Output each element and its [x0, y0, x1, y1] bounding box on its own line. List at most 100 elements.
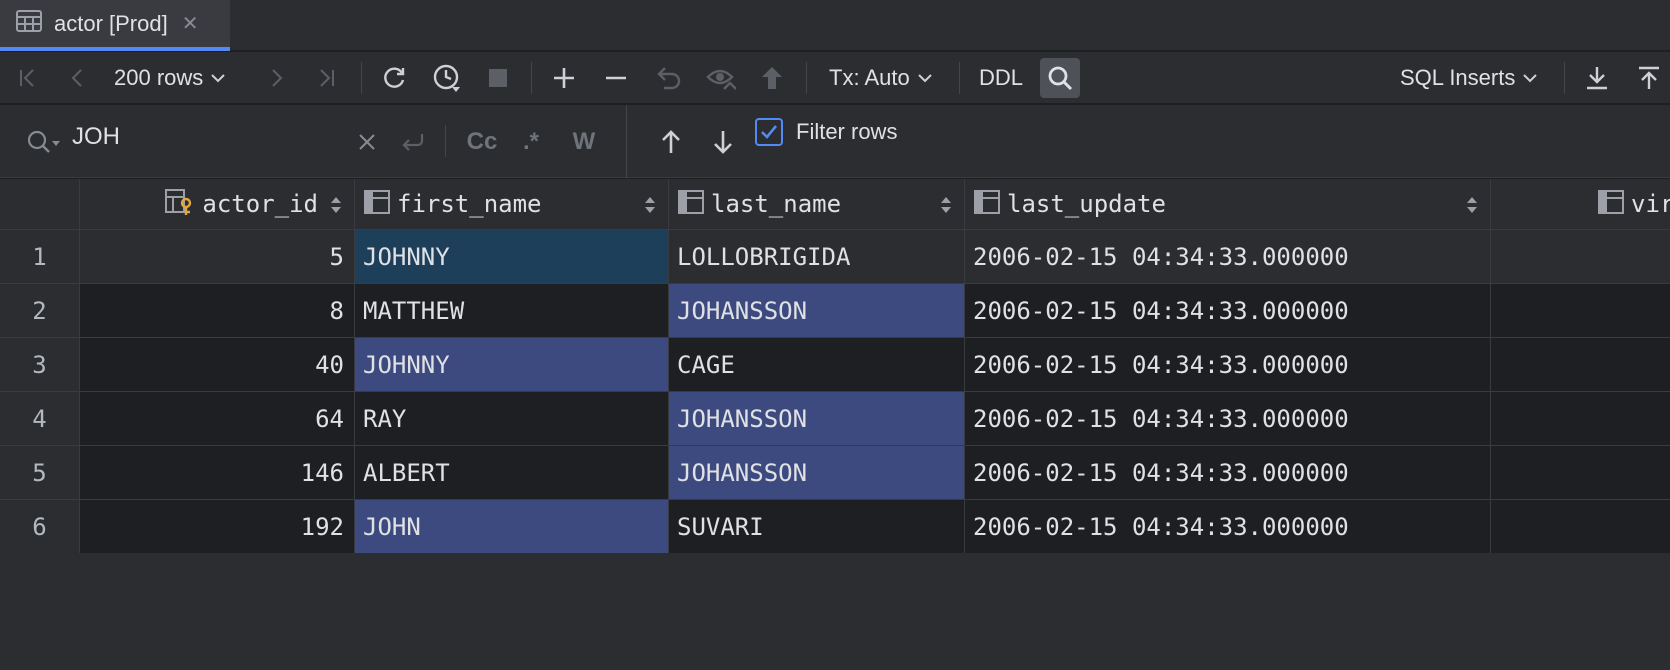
search-input[interactable] — [72, 123, 342, 151]
row-number: 5 — [0, 446, 80, 499]
next-occurrence-icon[interactable] — [707, 105, 739, 178]
stop-icon[interactable] — [484, 52, 512, 104]
table-row[interactable]: 5 146 ALBERT JOHANSSON 2006-02-15 04:34:… — [0, 446, 1670, 500]
export-data-icon[interactable] — [1582, 52, 1612, 104]
cell-first-name[interactable]: MATTHEW — [355, 284, 669, 337]
regex-label: .* — [522, 127, 539, 155]
column-header-first-name[interactable]: first_name — [355, 179, 669, 230]
column-icon — [973, 189, 1001, 220]
column-header-last-update[interactable]: last_update — [965, 179, 1491, 230]
toolbar-separator — [361, 62, 362, 94]
last-page-icon[interactable] — [312, 52, 340, 104]
match-case-label: Cc — [466, 127, 498, 155]
page-size-label: 200 rows — [114, 65, 204, 90]
match-case-button[interactable]: Cc — [462, 105, 502, 178]
page-size-dropdown[interactable]: 200 rows — [114, 52, 244, 104]
cell-last-update[interactable]: 2006-02-15 04:34:33.000000 — [965, 500, 1491, 553]
ddl-label: DDL — [978, 65, 1023, 90]
words-button[interactable]: W — [566, 105, 602, 178]
filter-rows-label: Filter rows — [796, 119, 898, 144]
primary-key-column-icon — [164, 188, 196, 221]
new-line-icon[interactable] — [396, 105, 428, 178]
table-row[interactable]: 2 8 MATTHEW JOHANSSON 2006-02-15 04:34:3… — [0, 284, 1670, 338]
column-name: last_update — [1007, 190, 1166, 218]
cell-actor-id[interactable]: 40 — [80, 338, 355, 391]
cell-vir[interactable] — [1491, 338, 1670, 391]
toolbar-separator — [1564, 62, 1565, 94]
cell-actor-id[interactable]: 64 — [80, 392, 355, 445]
grid-empty-area — [0, 553, 1670, 670]
column-header-vir[interactable]: vir — [1491, 179, 1670, 230]
cell-last-name[interactable]: JOHANSSON — [669, 392, 965, 445]
previous-occurrence-icon[interactable] — [655, 105, 687, 178]
cell-last-update[interactable]: 2006-02-15 04:34:33.000000 — [965, 284, 1491, 337]
editor-tab-bar: actor [Prod] ✕ — [0, 0, 1670, 51]
cell-vir[interactable] — [1491, 446, 1670, 499]
cell-last-update[interactable]: 2006-02-15 04:34:33.000000 — [965, 338, 1491, 391]
regex-button[interactable]: .* — [514, 105, 548, 178]
sort-icon[interactable] — [330, 195, 342, 220]
table-row[interactable]: 4 64 RAY JOHANSSON 2006-02-15 04:34:33.0… — [0, 392, 1670, 446]
tab-actor-prod[interactable]: actor [Prod] ✕ — [0, 0, 230, 51]
toolbar-separator — [959, 62, 960, 94]
column-header-last-name[interactable]: last_name — [669, 179, 965, 230]
row-number: 1 — [0, 230, 80, 283]
add-row-icon[interactable] — [548, 52, 580, 104]
sort-icon[interactable] — [1466, 195, 1478, 220]
cell-first-name[interactable]: JOHN — [355, 500, 669, 553]
cell-vir[interactable] — [1491, 230, 1670, 283]
cell-last-name[interactable]: JOHANSSON — [669, 446, 965, 499]
cell-last-update[interactable]: 2006-02-15 04:34:33.000000 — [965, 230, 1491, 283]
import-data-icon[interactable] — [1634, 52, 1664, 104]
cell-last-name[interactable]: SUVARI — [669, 500, 965, 553]
data-editor-toolbar: 200 rows Tx: Auto DDL SQL Inserts — [0, 52, 1670, 104]
clear-icon[interactable] — [354, 105, 380, 178]
cell-actor-id[interactable]: 146 — [80, 446, 355, 499]
sort-icon[interactable] — [940, 195, 952, 220]
cell-last-update[interactable]: 2006-02-15 04:34:33.000000 — [965, 446, 1491, 499]
column-icon — [363, 189, 391, 220]
filter-rows-checkbox[interactable] — [755, 118, 783, 146]
sort-icon[interactable] — [644, 195, 656, 220]
cell-last-update[interactable]: 2006-02-15 04:34:33.000000 — [965, 392, 1491, 445]
tab-label: actor [Prod] — [54, 10, 168, 36]
next-page-icon[interactable] — [262, 52, 290, 104]
toolbar-separator — [531, 62, 532, 94]
cell-actor-id[interactable]: 192 — [80, 500, 355, 553]
cell-last-name[interactable]: LOLLOBRIGIDA — [669, 230, 965, 283]
history-icon[interactable] — [430, 52, 464, 104]
ddl-button[interactable]: DDL — [976, 52, 1026, 104]
transaction-mode-label: Tx: Auto — [829, 65, 910, 90]
column-header-actor-id[interactable]: actor_id — [80, 179, 355, 230]
cell-actor-id[interactable]: 8 — [80, 284, 355, 337]
cell-vir[interactable] — [1491, 284, 1670, 337]
export-format-dropdown[interactable]: SQL Inserts — [1400, 52, 1540, 104]
toolbar-separator — [806, 62, 807, 94]
column-name: vir — [1631, 190, 1670, 218]
cell-vir[interactable] — [1491, 500, 1670, 553]
table-row[interactable]: 1 5 JOHNNY LOLLOBRIGIDA 2006-02-15 04:34… — [0, 230, 1670, 284]
cell-last-name[interactable]: CAGE — [669, 338, 965, 391]
delete-row-icon[interactable] — [600, 52, 632, 104]
cell-vir[interactable] — [1491, 392, 1670, 445]
table-row[interactable]: 6 192 JOHN SUVARI 2006-02-15 04:34:33.00… — [0, 500, 1670, 554]
submit-icon[interactable] — [756, 52, 788, 104]
cell-actor-id[interactable]: 5 — [80, 230, 355, 283]
table-row[interactable]: 3 40 JOHNNY CAGE 2006-02-15 04:34:33.000… — [0, 338, 1670, 392]
previous-page-icon[interactable] — [64, 52, 92, 104]
close-icon[interactable]: ✕ — [182, 11, 199, 36]
row-number-header — [0, 179, 80, 230]
cell-last-name[interactable]: JOHANSSON — [669, 284, 965, 337]
cell-first-name[interactable]: RAY — [355, 392, 669, 445]
refresh-icon[interactable] — [378, 52, 410, 104]
preview-changes-icon[interactable] — [704, 52, 738, 104]
column-name: actor_id — [202, 190, 318, 218]
cell-first-name[interactable]: JOHNNY — [355, 230, 669, 283]
transaction-mode-dropdown[interactable]: Tx: Auto — [829, 52, 941, 104]
revert-icon[interactable] — [652, 52, 684, 104]
search-history-icon[interactable] — [24, 105, 64, 178]
cell-first-name[interactable]: JOHNNY — [355, 338, 669, 391]
first-page-icon[interactable] — [14, 52, 42, 104]
search-toggle-button[interactable] — [1039, 52, 1081, 104]
cell-first-name[interactable]: ALBERT — [355, 446, 669, 499]
